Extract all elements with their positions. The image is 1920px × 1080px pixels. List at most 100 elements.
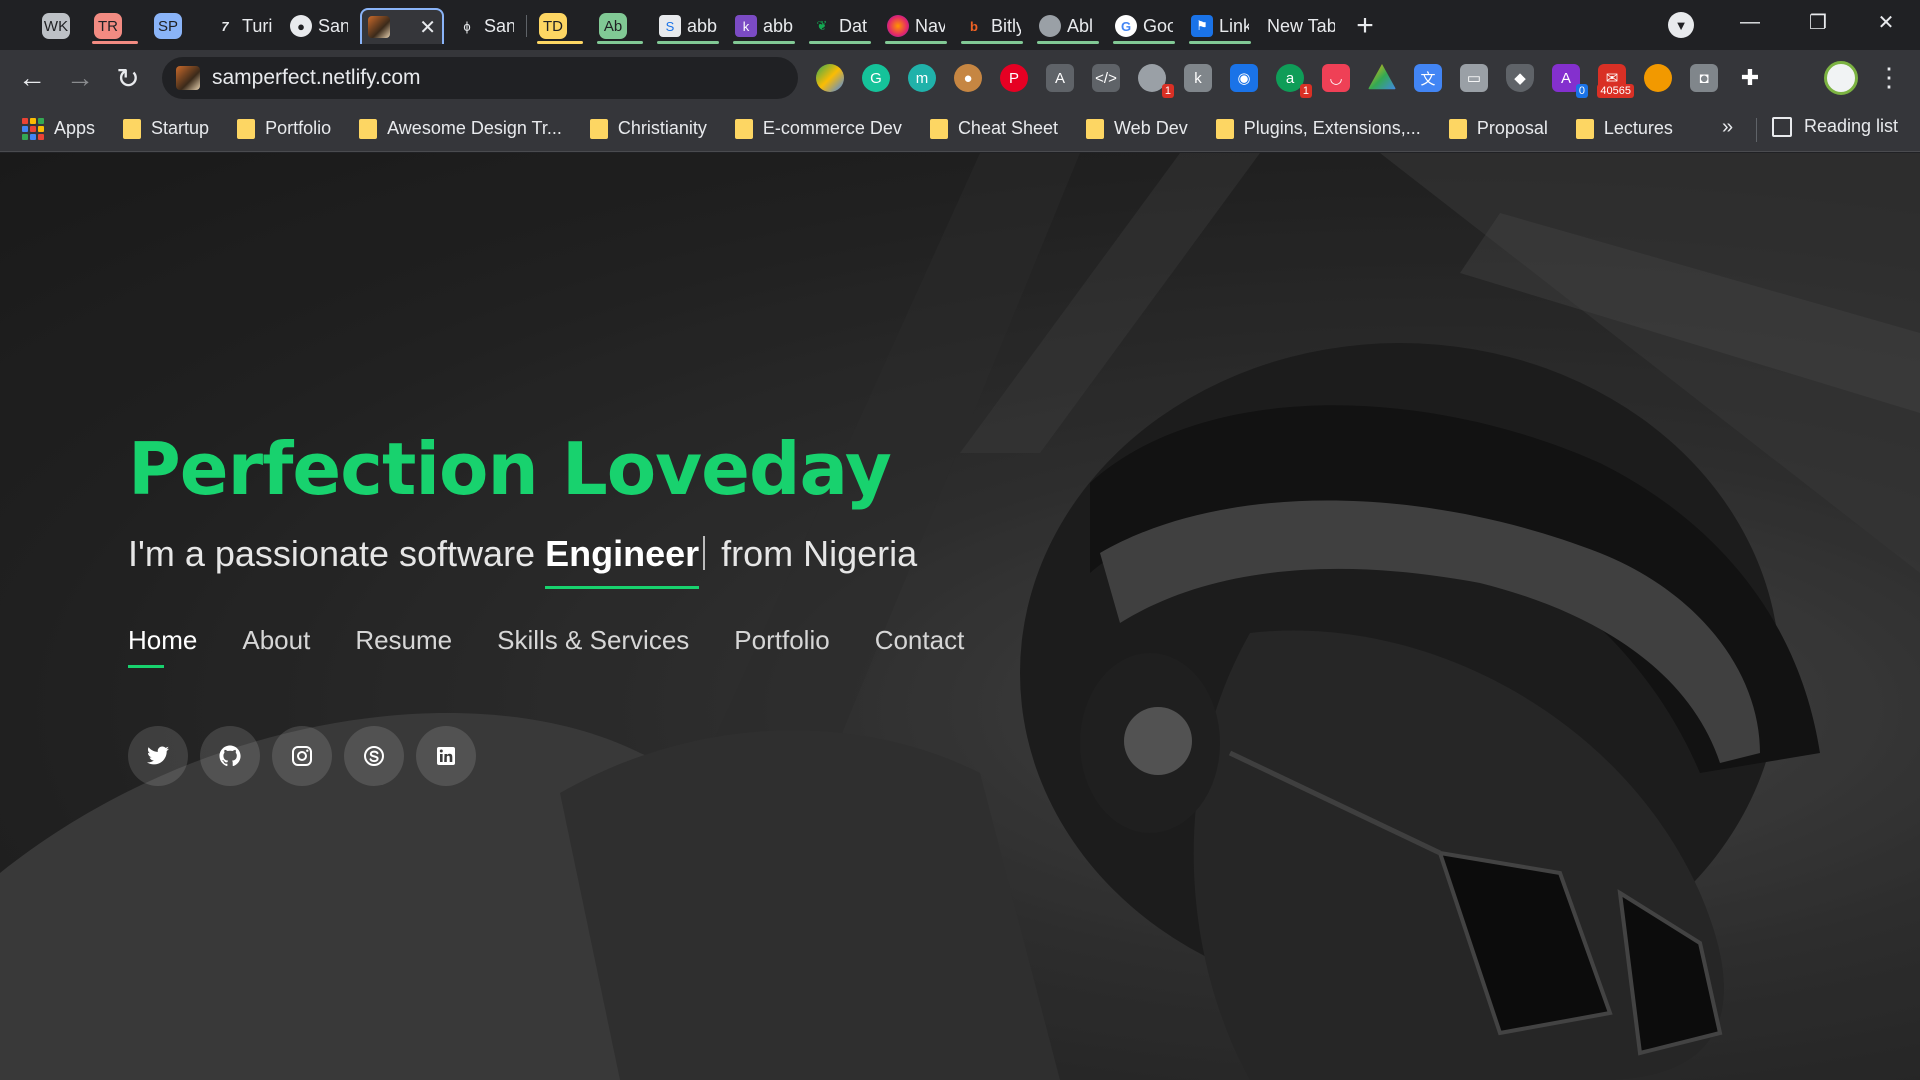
google-drive-icon[interactable] <box>1368 64 1396 90</box>
gmail-count-badge: 40565 <box>1597 84 1634 98</box>
bookmark-folder-web-dev[interactable]: Web Dev <box>1086 118 1188 139</box>
pinterest-icon[interactable]: P <box>1000 64 1028 92</box>
restore-icon[interactable]: ❐ <box>1784 10 1852 35</box>
hero-section: Perfection Loveday I'm a passionate soft… <box>0 153 1920 1080</box>
tab-github-san[interactable]: ● San <box>284 8 354 44</box>
k-ext-icon[interactable]: k <box>1184 64 1212 92</box>
reading-list-label: Reading list <box>1804 116 1899 136</box>
tab-turi[interactable]: 7 Turi <box>208 8 278 44</box>
back-arrow-icon[interactable]: ← <box>8 62 56 94</box>
skype-link[interactable] <box>344 726 404 786</box>
nav-about[interactable]: About <box>242 625 310 664</box>
tab-abl[interactable]: Abl <box>1033 8 1103 44</box>
tab-google[interactable]: G Goo <box>1109 8 1179 44</box>
bookmark-label: Proposal <box>1476 118 1548 138</box>
nav-resume[interactable]: Resume <box>355 625 452 664</box>
gmail-icon[interactable]: ✉ 40565 <box>1597 64 1634 98</box>
ext-badge: 0 <box>1575 84 1588 98</box>
card-ext-icon[interactable]: ▭ <box>1460 64 1488 92</box>
bookmark-folder-portfolio[interactable]: Portfolio <box>237 118 331 139</box>
font-ext-icon[interactable]: A <box>1046 64 1074 92</box>
tab-search-icon[interactable]: ▼ <box>1668 12 1694 38</box>
shield-icon[interactable]: ◆ <box>1506 64 1534 92</box>
bookmark-folder-cheat-sheet[interactable]: Cheat Sheet <box>929 118 1059 139</box>
nav-contact[interactable]: Contact <box>875 625 965 664</box>
new-tab-button[interactable]: + <box>1347 11 1383 41</box>
tab-group-underline <box>597 41 643 44</box>
apps-grid-icon <box>22 117 44 140</box>
forward-arrow-icon[interactable]: → <box>56 62 104 94</box>
cookie-icon[interactable]: ● <box>954 64 982 92</box>
location-ext-icon[interactable]: ◉ <box>1230 64 1258 92</box>
tab-group-sp[interactable]: SP <box>148 8 202 44</box>
tab-abb-1[interactable]: S abb <box>653 8 723 44</box>
tab-list: WK TR SP 7 Turi ● San ✕ ϕ San TD Ab S ab… <box>0 6 1540 46</box>
profile-avatar[interactable] <box>1824 61 1858 95</box>
address-bar[interactable] <box>162 57 798 99</box>
tab-nav[interactable]: Nav <box>881 8 951 44</box>
reading-list-icon <box>1772 116 1792 137</box>
bookmark-folder-christianity[interactable]: Christianity <box>589 118 707 139</box>
nav-portfolio[interactable]: Portfolio <box>734 625 829 664</box>
pocket-icon[interactable]: ◡ <box>1322 64 1350 92</box>
tab-group-wk[interactable]: WK <box>36 8 82 44</box>
code-ext-icon[interactable]: </> <box>1092 64 1120 92</box>
tab-san[interactable]: ϕ San <box>450 8 520 44</box>
reload-icon[interactable]: ↻ <box>104 62 152 95</box>
url-input[interactable] <box>212 66 752 90</box>
instagram-icon <box>292 746 312 766</box>
folder-icon <box>123 118 142 139</box>
bookmark-folder-lectures[interactable]: Lectures <box>1575 118 1673 139</box>
camera-icon[interactable]: ◘ <box>1690 64 1718 92</box>
tab-group-label-tr: TR <box>94 13 122 39</box>
colorful-ext-icon[interactable] <box>816 64 844 92</box>
bookmark-folder-plugins[interactable]: Plugins, Extensions,... <box>1215 118 1421 139</box>
tab-group-underline <box>657 41 719 44</box>
reading-list-button[interactable]: Reading list <box>1772 116 1898 137</box>
k-icon: k <box>735 15 757 37</box>
tab-bitly[interactable]: b Bitly <box>957 8 1027 44</box>
hero-content: Perfection Loveday I'm a passionate soft… <box>128 433 1028 786</box>
tab-group-tr[interactable]: TR <box>88 8 142 44</box>
bookmark-folder-awesome-design[interactable]: Awesome Design Tr... <box>359 118 562 139</box>
globe-icon <box>1039 15 1061 37</box>
nav-skills-services[interactable]: Skills & Services <box>497 625 689 664</box>
bookmark-apps[interactable]: Apps <box>22 117 96 140</box>
tab-new-tab[interactable]: New Tab <box>1261 8 1341 44</box>
folder-icon <box>589 118 608 139</box>
close-window-icon[interactable]: ✕ <box>1852 10 1920 35</box>
folder-icon <box>734 118 753 139</box>
google-translate-icon[interactable]: 文 <box>1414 64 1442 92</box>
tab-link[interactable]: ⚑ Link <box>1185 8 1255 44</box>
tab-abb-2[interactable]: k abb <box>729 8 799 44</box>
orange-ext-icon[interactable] <box>1644 64 1672 92</box>
tab-group-td[interactable]: TD <box>533 8 587 44</box>
bookmarks-overflow-button[interactable]: » <box>1722 116 1733 139</box>
bookmark-label: Cheat Sheet <box>957 118 1059 138</box>
a-ext-icon[interactable]: a1 <box>1276 64 1312 98</box>
tab-dat[interactable]: ❦ Dat <box>805 8 875 44</box>
close-tab-icon[interactable]: ✕ <box>419 15 436 40</box>
bookmark-folder-proposal[interactable]: Proposal <box>1448 118 1548 139</box>
tagline-prefix: I'm a passionate software <box>128 533 546 574</box>
instagram-link[interactable] <box>272 726 332 786</box>
kebab-menu-icon[interactable]: ⋮ <box>1876 62 1902 93</box>
a-blue-ext-icon[interactable]: A0 <box>1552 64 1588 98</box>
bookmark-folder-startup[interactable]: Startup <box>123 118 209 139</box>
nav-home[interactable]: Home <box>128 625 197 668</box>
bookmark-label: Apps <box>54 118 96 138</box>
tab-active-samperfect[interactable]: ✕ <box>360 8 444 44</box>
grammarly-icon[interactable]: G <box>862 64 890 92</box>
ext-with-badge-icon[interactable]: 1 <box>1138 64 1174 98</box>
github-link[interactable] <box>200 726 260 786</box>
tab-group-ab[interactable]: Ab <box>593 8 647 44</box>
bookmark-folder-ecommerce[interactable]: E-commerce Dev <box>734 118 902 139</box>
tab-group-underline <box>961 41 1023 44</box>
linkedin-link[interactable] <box>416 726 476 786</box>
puzzle-extensions-icon[interactable]: ✚ <box>1736 64 1764 92</box>
m-ext-icon[interactable]: m <box>908 64 936 92</box>
bitly-icon: b <box>970 18 978 34</box>
minimize-icon[interactable]: — <box>1716 11 1784 34</box>
twitter-link[interactable] <box>128 726 188 786</box>
bookmark-label: Startup <box>151 118 210 138</box>
